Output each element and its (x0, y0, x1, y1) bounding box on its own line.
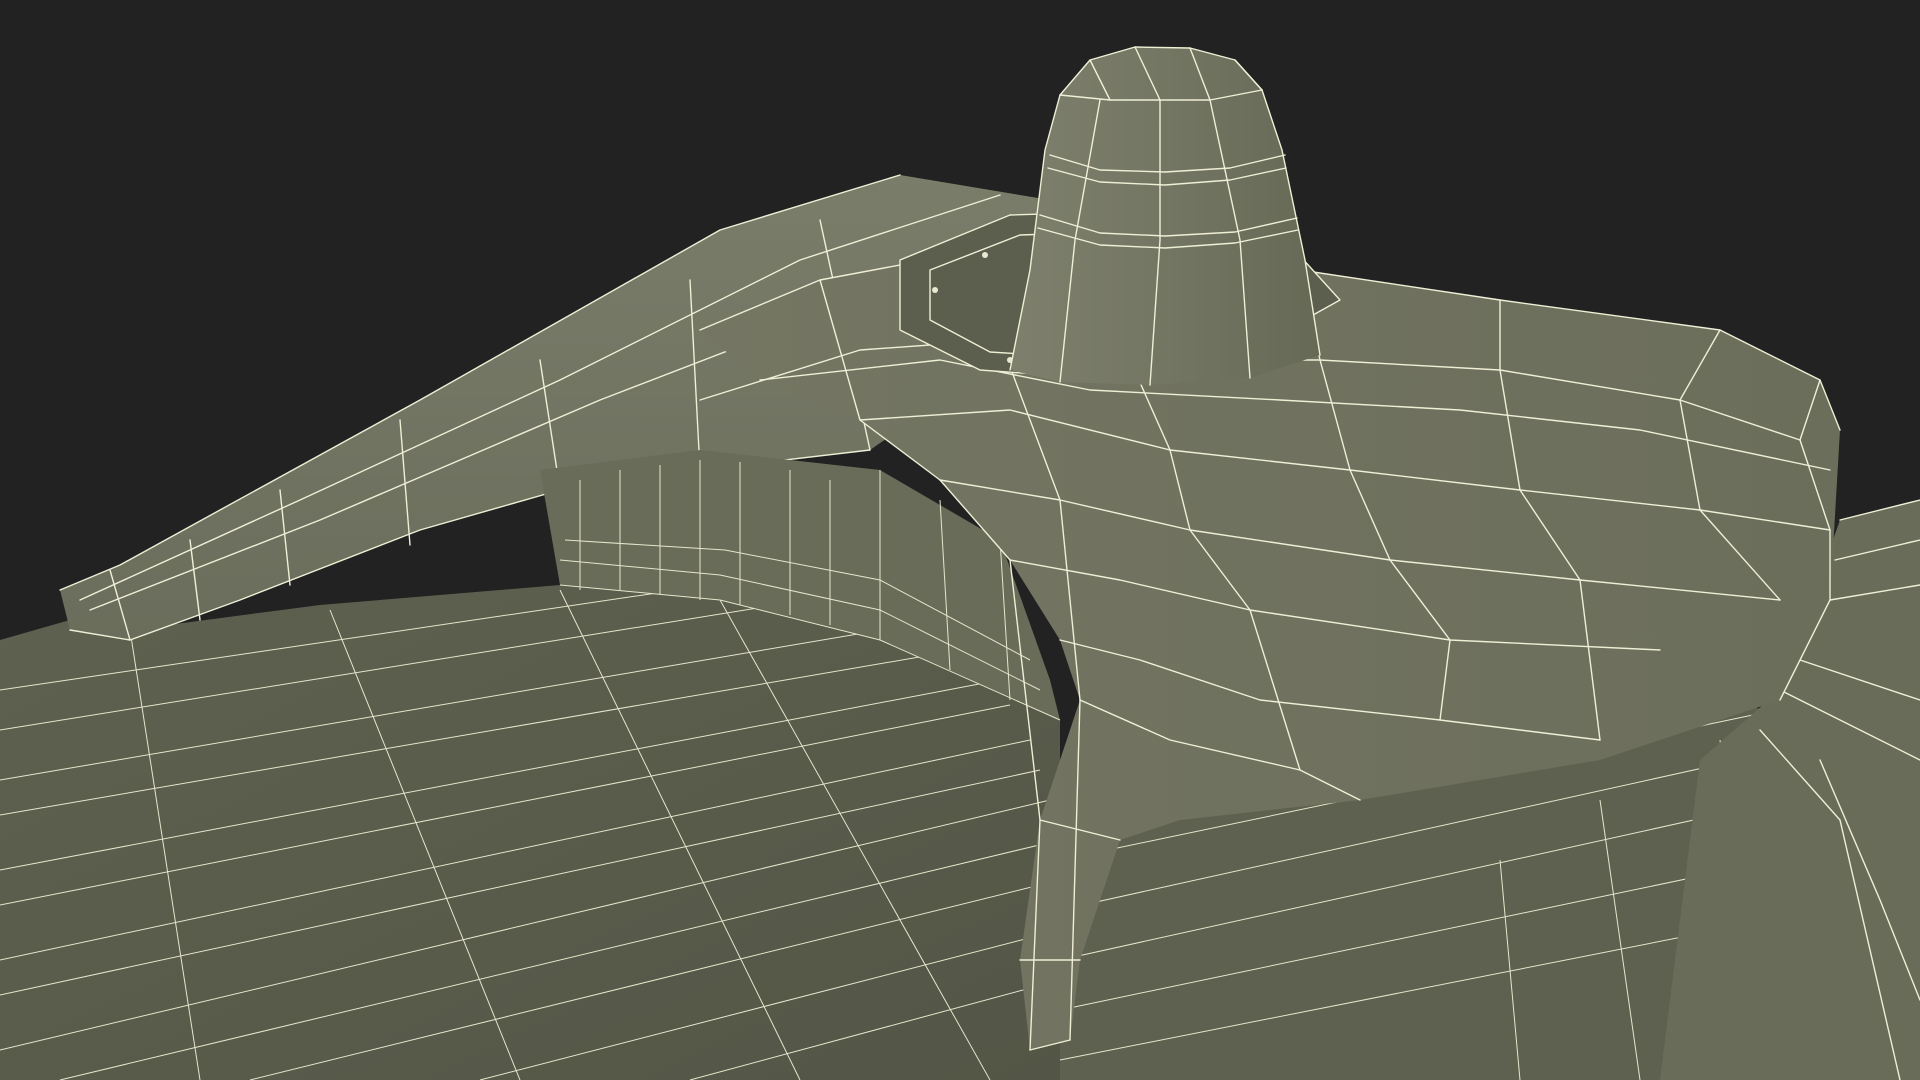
wireframe-render (0, 46, 1920, 1080)
dome-antenna (1009, 46, 1321, 386)
